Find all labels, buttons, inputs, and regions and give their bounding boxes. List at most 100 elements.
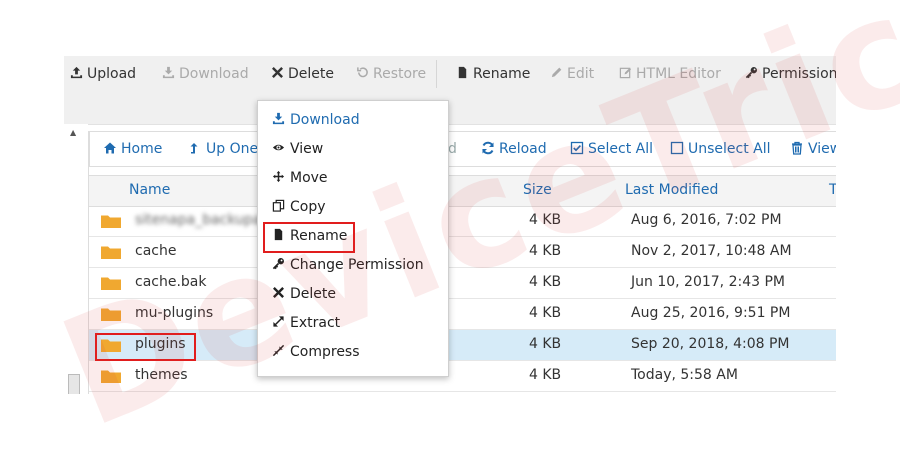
context-menu-label: Compress	[290, 344, 360, 360]
hidden-nav-fragment: d	[448, 140, 457, 158]
home-icon	[104, 142, 116, 154]
table-row[interactable]: sitenapa_backupa 4 KB Aug 6, 2016, 7:02 …	[89, 206, 836, 237]
toolbar: Upload Download Delete Restore Rename Ed…	[64, 56, 836, 125]
context-menu-delete[interactable]: Delete	[272, 284, 336, 304]
context-menu-compress[interactable]: Compress	[272, 342, 360, 362]
context-menu-label: View	[290, 141, 324, 157]
file-modified: Jun 10, 2017, 2:43 PM	[631, 274, 785, 290]
context-menu-download[interactable]: Download	[272, 110, 360, 130]
file-name: sitenapa_backupa	[135, 212, 262, 228]
highlight-box-plugins	[95, 333, 196, 361]
eye-icon	[272, 144, 285, 151]
restore-label: Restore	[373, 66, 427, 82]
restore-icon	[357, 67, 368, 78]
unselect-all-button[interactable]: Unselect All	[670, 140, 771, 158]
file-name: cache	[135, 243, 177, 259]
file-size: 4 KB	[529, 336, 562, 352]
select-all-label: Select All	[588, 141, 653, 157]
home-button[interactable]: Home	[103, 140, 162, 158]
tree-scrollbar[interactable]: ▲	[64, 124, 88, 394]
compress-icon	[272, 344, 285, 357]
download-icon	[162, 66, 175, 79]
download-label: Download	[179, 66, 249, 82]
context-menu-view[interactable]: View	[272, 139, 323, 159]
expand-icon	[273, 316, 284, 327]
delete-label: Delete	[288, 66, 334, 82]
permission-label: Permission	[762, 66, 836, 82]
copy-icon	[272, 199, 285, 212]
context-menu-label: Move	[290, 170, 328, 186]
context-menu-label: Extract	[290, 315, 341, 331]
edit-box-icon	[619, 67, 632, 79]
delete-button[interactable]: Delete	[271, 64, 334, 84]
context-menu-move[interactable]: Move	[272, 168, 328, 188]
table-row[interactable]: cache.bak 4 KB Jun 10, 2017, 2:43 PM	[89, 268, 836, 299]
context-menu-label: Delete	[290, 286, 336, 302]
reload-button[interactable]: Reload	[481, 140, 547, 158]
context-menu-copy[interactable]: Copy	[272, 197, 326, 217]
folder-icon	[101, 215, 121, 228]
context-menu-extract[interactable]: Extract	[272, 313, 340, 333]
close-icon	[273, 287, 284, 298]
table-row[interactable]: themes 4 KB Today, 5:58 AM	[89, 361, 836, 392]
level-up-icon	[190, 143, 198, 154]
table-row[interactable]: mu-plugins 4 KB Aug 25, 2016, 9:51 PM	[89, 299, 836, 330]
file-size: 4 KB	[529, 367, 562, 383]
folder-icon	[101, 246, 121, 259]
edit-button[interactable]: Edit	[550, 64, 594, 84]
upload-button[interactable]: Upload	[70, 64, 136, 84]
highlight-box-rename	[263, 222, 355, 253]
folder-icon	[101, 370, 121, 383]
folder-icon	[101, 308, 121, 321]
restore-button[interactable]: Restore	[356, 64, 426, 84]
move-icon	[272, 170, 285, 183]
context-menu-change-permission[interactable]: Change Permission	[272, 255, 424, 275]
checkbox-checked-icon	[570, 141, 584, 155]
view-trash-button[interactable]: View	[790, 140, 836, 158]
file-modified: Sep 20, 2018, 4:08 PM	[631, 336, 790, 352]
scroll-up-arrow-icon[interactable]: ▲	[70, 128, 76, 137]
column-type[interactable]: T	[829, 182, 836, 198]
scrollbar-thumb[interactable]	[68, 374, 80, 394]
key-icon	[745, 67, 757, 79]
column-size[interactable]: Size	[523, 182, 552, 198]
file-name: cache.bak	[135, 274, 207, 290]
key-icon	[272, 258, 284, 270]
context-menu-label: Download	[290, 112, 360, 128]
rename-label: Rename	[473, 66, 531, 82]
file-name: themes	[135, 367, 188, 383]
table-row-selected[interactable]: plugins 4 KB Sep 20, 2018, 4:08 PM	[89, 330, 836, 361]
refresh-icon	[482, 141, 494, 155]
permission-button[interactable]: Permission	[745, 64, 836, 84]
upload-icon	[70, 66, 83, 79]
file-modified: Aug 6, 2016, 7:02 PM	[631, 212, 782, 228]
html-editor-button[interactable]: HTML Editor	[619, 64, 721, 84]
view-trash-label: View	[808, 141, 836, 157]
column-name[interactable]: Name	[129, 182, 170, 198]
pencil-icon	[551, 67, 562, 78]
rename-button[interactable]: Rename	[456, 64, 530, 84]
file-modified: Nov 2, 2017, 10:48 AM	[631, 243, 792, 259]
file-size: 4 KB	[529, 274, 562, 290]
file-size: 4 KB	[529, 305, 562, 321]
home-label: Home	[121, 141, 163, 157]
select-all-button[interactable]: Select All	[570, 140, 653, 158]
file-modified: Aug 25, 2016, 9:51 PM	[631, 305, 791, 321]
hidden-nav-text: d	[448, 141, 457, 157]
toolbar-divider	[436, 60, 437, 88]
html-editor-label: HTML Editor	[636, 66, 721, 82]
file-size: 4 KB	[529, 243, 562, 259]
context-menu-label: Copy	[290, 199, 326, 215]
table-header: Name Size Last Modified T	[89, 175, 836, 207]
download-icon	[272, 112, 285, 125]
file-modified: Today, 5:58 AM	[631, 367, 738, 383]
edit-label: Edit	[567, 66, 595, 82]
column-last-modified[interactable]: Last Modified	[625, 182, 718, 198]
reload-label: Reload	[499, 141, 547, 157]
checkbox-empty-icon	[670, 141, 684, 155]
trash-icon	[792, 141, 802, 155]
table-row[interactable]: cache 4 KB Nov 2, 2017, 10:48 AM	[89, 237, 836, 268]
navigation-bar: Home Up One L d Reload Select All Unsele…	[89, 131, 836, 167]
file-list-panel: Home Up One L d Reload Select All Unsele…	[88, 131, 836, 394]
download-button[interactable]: Download	[162, 64, 249, 84]
